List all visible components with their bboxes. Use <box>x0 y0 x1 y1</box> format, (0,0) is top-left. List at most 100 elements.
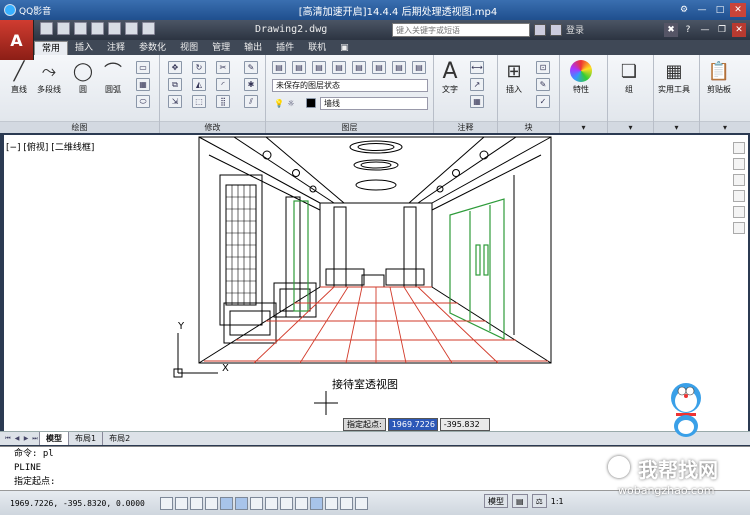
infer-constraints-toggle[interactable] <box>160 496 173 510</box>
properties-panel-expander[interactable]: ▾ <box>560 121 607 133</box>
snap-mode-toggle[interactable] <box>175 496 188 510</box>
layer-unisolate-icon[interactable]: ▤ <box>372 61 386 74</box>
transparency-toggle[interactable] <box>325 496 338 510</box>
ortho-mode-toggle[interactable] <box>205 496 218 510</box>
ellipse-icon[interactable]: ⬭ <box>136 95 150 108</box>
ribbon-toggle-button[interactable]: ▣ <box>333 41 356 55</box>
next-tab-icon[interactable]: ▶ <box>22 434 30 443</box>
hatch-icon[interactable]: ▦ <box>136 78 150 91</box>
mirror-icon[interactable]: ◭ <box>192 78 206 91</box>
layer-previous-icon[interactable]: ▤ <box>332 61 346 74</box>
exchange-icon[interactable]: ✖ <box>664 23 678 37</box>
new-icon[interactable] <box>40 22 53 35</box>
help-icon[interactable]: ? <box>681 23 695 37</box>
tab-view[interactable]: 视图 <box>173 41 205 55</box>
search-input[interactable]: 键入关键字或短语 <box>392 23 530 37</box>
login-area[interactable]: 登录 <box>534 23 584 36</box>
annotation-panel-title[interactable]: 注释 <box>434 121 497 133</box>
binoculars-icon[interactable] <box>534 23 546 36</box>
dynamic-input-x-field[interactable]: 1969.7226 <box>387 418 438 431</box>
draw-panel-title[interactable]: 绘图 <box>0 121 159 133</box>
utilities-panel-expander[interactable]: ▾ <box>654 121 699 133</box>
groups-panel-expander[interactable]: ▾ <box>608 121 653 133</box>
wheel-icon[interactable] <box>733 158 745 170</box>
clipboard-tool[interactable]: 📋 剪贴板 <box>706 58 732 95</box>
array-icon[interactable]: ⣿ <box>216 95 230 108</box>
pan-icon[interactable] <box>733 174 745 186</box>
group-tool[interactable]: ❏ 组 <box>616 58 642 95</box>
orbit-icon[interactable] <box>733 206 745 218</box>
layer-set-current-icon[interactable]: ▤ <box>292 61 306 74</box>
tab-model[interactable]: 模型 <box>39 432 68 445</box>
layer-match-icon[interactable]: ▤ <box>312 61 326 74</box>
selection-cycling-toggle[interactable] <box>355 496 368 510</box>
tab-insert[interactable]: 插入 <box>68 41 100 55</box>
grid-display-toggle[interactable] <box>190 496 203 510</box>
tab-layout1[interactable]: 布局1 <box>68 432 102 445</box>
object-snap-toggle[interactable] <box>235 496 248 510</box>
text-tool[interactable]: A 文字 <box>437 58 463 95</box>
quick-properties-toggle[interactable] <box>340 496 353 510</box>
print-icon[interactable] <box>108 22 121 35</box>
rectangle-icon[interactable]: ▭ <box>136 61 150 74</box>
table-icon[interactable]: ▦ <box>470 95 484 108</box>
tab-plugins[interactable]: 插件 <box>269 41 301 55</box>
attribute-icon[interactable]: ✓ <box>536 95 550 108</box>
drawing-canvas[interactable]: Y X 接待室透视图 <box>4 135 748 431</box>
properties-tool[interactable]: 特性 <box>568 58 594 95</box>
save-as-icon[interactable] <box>91 22 104 35</box>
cad-close-button[interactable]: ✕ <box>732 23 746 37</box>
lineweight-toggle[interactable] <box>310 496 323 510</box>
create-block-icon[interactable]: ⊡ <box>536 61 550 74</box>
viewcube-icon[interactable] <box>733 142 745 154</box>
dynamic-input-toggle[interactable] <box>295 496 308 510</box>
insert-block-tool[interactable]: ⊞ 插入 <box>501 58 527 95</box>
player-settings-icon[interactable]: ⚙ <box>676 3 692 17</box>
undo-icon[interactable] <box>125 22 138 35</box>
cad-minimize-button[interactable]: — <box>698 23 712 37</box>
copy-icon[interactable]: ⧉ <box>168 78 182 91</box>
layer-freeze-icon[interactable]: ▤ <box>392 61 406 74</box>
viewport-controls[interactable]: [−] [俯视] [二维线框] <box>6 140 94 153</box>
dynamic-ucs-toggle[interactable] <box>280 496 293 510</box>
showmotion-icon[interactable] <box>733 222 745 234</box>
line-tool[interactable]: ╱ 直线 <box>6 58 32 95</box>
edit-block-icon[interactable]: ✎ <box>536 78 550 91</box>
player-close-button[interactable]: ✕ <box>730 3 746 17</box>
3d-object-snap-toggle[interactable] <box>250 496 263 510</box>
tab-layout2[interactable]: 布局2 <box>102 432 136 445</box>
fillet-icon[interactable]: ◜ <box>216 78 230 91</box>
first-tab-icon[interactable]: ⏮ <box>4 434 12 443</box>
annotation-scale-value[interactable]: 1:1 <box>551 497 564 506</box>
tab-parametric[interactable]: 参数化 <box>132 41 173 55</box>
tab-manage[interactable]: 管理 <box>205 41 237 55</box>
player-maximize-button[interactable]: □ <box>712 3 728 17</box>
login-label[interactable]: 登录 <box>566 23 584 36</box>
cad-restore-button[interactable]: ❐ <box>715 23 729 37</box>
save-icon[interactable] <box>74 22 87 35</box>
stretch-icon[interactable]: ⇲ <box>168 95 182 108</box>
object-snap-tracking-toggle[interactable] <box>265 496 278 510</box>
tab-online[interactable]: 联机 <box>301 41 333 55</box>
explode-icon[interactable]: ✱ <box>244 78 258 91</box>
trim-icon[interactable]: ✂ <box>216 61 230 74</box>
tab-output[interactable]: 输出 <box>237 41 269 55</box>
redo-icon[interactable] <box>142 22 155 35</box>
model-space-button[interactable]: 模型 <box>484 494 508 508</box>
polar-tracking-toggle[interactable] <box>220 496 233 510</box>
dynamic-input-y-field[interactable]: -395.832 <box>439 418 490 431</box>
tab-annotate[interactable]: 注释 <box>100 41 132 55</box>
layer-isolate-icon[interactable]: ▤ <box>352 61 366 74</box>
layer-dropdown[interactable]: 墙线 <box>320 97 428 110</box>
offset-icon[interactable]: ⫽ <box>244 95 258 108</box>
layer-state-dropdown[interactable]: 未保存的图层状态 <box>272 79 428 92</box>
circle-tool[interactable]: ◯ 圆 <box>70 58 96 95</box>
arc-tool[interactable]: ⌒ 圆弧 <box>100 58 126 95</box>
last-tab-icon[interactable]: ⏭ <box>31 434 39 443</box>
quick-view-layouts-icon[interactable]: ▤ <box>512 494 528 508</box>
prev-tab-icon[interactable]: ◀ <box>13 434 21 443</box>
leader-icon[interactable]: ↗ <box>470 78 484 91</box>
move-icon[interactable]: ✥ <box>168 61 182 74</box>
scale-icon[interactable]: ⬚ <box>192 95 206 108</box>
zoom-icon[interactable] <box>733 190 745 202</box>
